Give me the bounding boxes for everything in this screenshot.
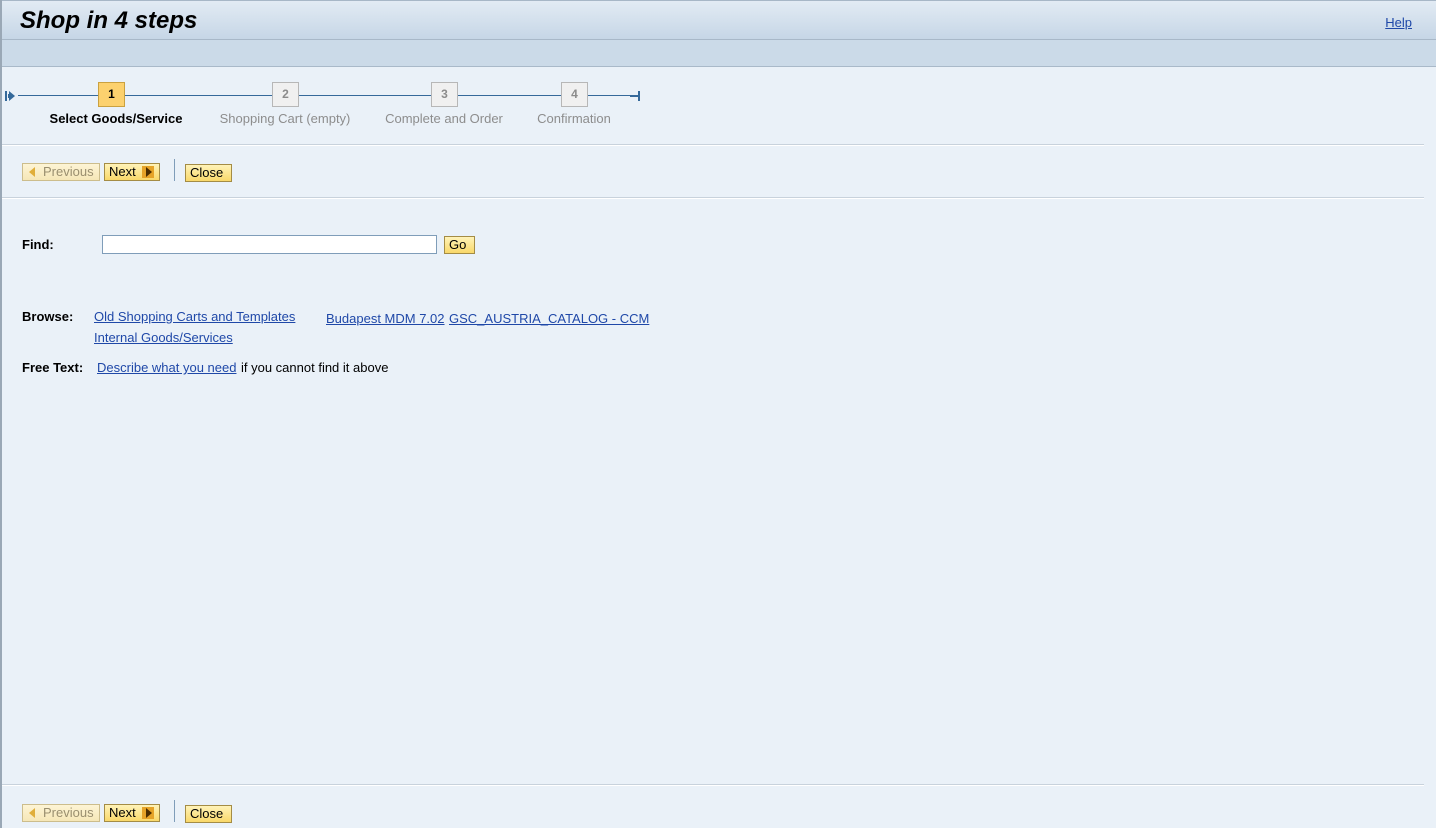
roadmap-step-2[interactable]: 2	[272, 82, 299, 107]
roadmap-step-4-label: Confirmation	[537, 111, 611, 126]
close-button-bottom[interactable]: Close	[185, 805, 232, 823]
gsc-austria-catalog-link[interactable]: GSC_AUSTRIA_CATALOG - CCM	[449, 311, 649, 326]
previous-button-bottom[interactable]: Previous	[22, 804, 100, 822]
arrow-right-icon	[141, 166, 154, 178]
page-title: Shop in 4 steps	[20, 7, 198, 34]
roadmap-step-3-label: Complete and Order	[385, 111, 503, 126]
help-link[interactable]: Help	[1385, 15, 1412, 30]
find-input[interactable]	[102, 235, 437, 254]
divider-middle	[2, 197, 1424, 199]
browse-label: Browse:	[22, 309, 74, 324]
roadmap-step-3[interactable]: 3	[431, 82, 458, 107]
arrow-left-icon	[29, 167, 35, 177]
toolbar-separator	[174, 159, 175, 181]
sub-toolbar-strip	[2, 40, 1436, 67]
find-label: Find:	[22, 237, 54, 252]
roadmap-end-icon	[630, 91, 640, 101]
roadmap-start-icon	[5, 91, 15, 101]
roadmap-step-1-label: Select Goods/Service	[49, 111, 183, 126]
previous-button-top[interactable]: Previous	[22, 163, 100, 181]
toolbar-separator	[174, 800, 175, 822]
shop-page: Shop in 4 steps Help 1 2 3 4 Select Good…	[0, 0, 1436, 828]
internal-goods-link[interactable]: Internal Goods/Services	[94, 330, 233, 345]
free-text-suffix: if you cannot find it above	[241, 360, 389, 375]
old-shopping-carts-link[interactable]: Old Shopping Carts and Templates	[94, 309, 295, 324]
next-button-top[interactable]: Next	[104, 163, 160, 181]
arrow-left-icon	[29, 808, 35, 818]
title-bar: Shop in 4 steps Help	[2, 0, 1436, 40]
close-button-top[interactable]: Close	[185, 164, 232, 182]
roadmap-step-4[interactable]: 4	[561, 82, 588, 107]
budapest-mdm-link[interactable]: Budapest MDM 7.02	[326, 311, 445, 326]
go-button[interactable]: Go	[444, 236, 475, 254]
divider-bottom	[2, 784, 1424, 786]
divider-top	[2, 144, 1424, 146]
roadmap-step-2-label: Shopping Cart (empty)	[219, 111, 351, 126]
roadmap-step-1[interactable]: 1	[98, 82, 125, 107]
arrow-right-icon	[141, 807, 154, 819]
next-button-bottom[interactable]: Next	[104, 804, 160, 822]
free-text-label: Free Text:	[22, 360, 84, 375]
describe-need-link[interactable]: Describe what you need	[97, 360, 236, 375]
roadmap: 1 2 3 4 Select Goods/Service Shopping Ca…	[2, 80, 702, 130]
